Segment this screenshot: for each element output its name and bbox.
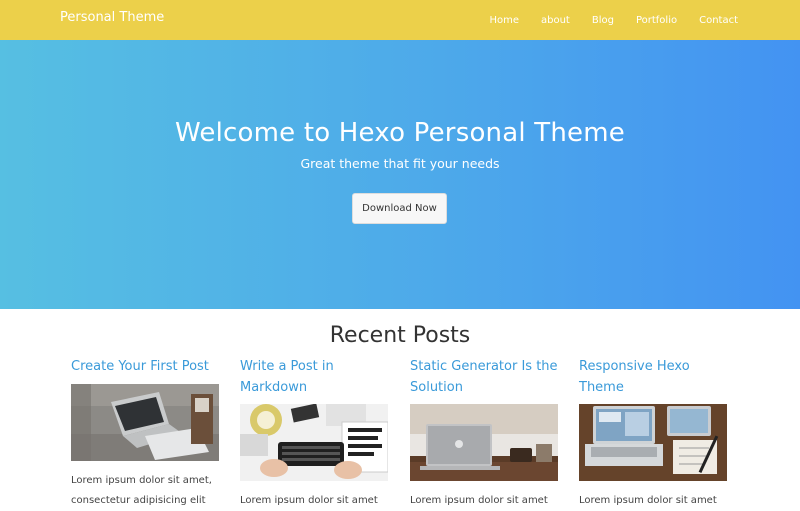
macbook-table-image[interactable]: [410, 404, 558, 481]
hero-banner: Welcome to Hexo Personal Theme Great the…: [0, 40, 800, 309]
recent-posts-heading: Recent Posts: [329, 323, 471, 348]
post-excerpt: Lorem ipsum dolor sit amet: [579, 495, 717, 506]
laptops-workspace-image[interactable]: [579, 404, 727, 481]
post-title-link[interactable]: Static Generator Is the Solution: [410, 357, 558, 398]
post-card: Write a Post in Markdown Lorem ipsum dol…: [240, 357, 388, 511]
post-title-link[interactable]: Write a Post in Markdown: [240, 357, 388, 398]
nav-contact-link[interactable]: Contact: [699, 15, 738, 26]
download-now-button[interactable]: Download Now: [352, 193, 447, 224]
post-excerpt: Lorem ipsum dolor sit amet: [240, 495, 378, 506]
hero-subtitle: Great theme that fit your needs: [300, 156, 500, 171]
nav-home-link[interactable]: Home: [489, 15, 519, 26]
post-card: Responsive Hexo Theme Lorem ipsum dolor …: [579, 357, 727, 511]
nav-about-link[interactable]: about: [541, 15, 570, 26]
post-card: Create Your First Post Lorem ipsum dolor…: [71, 357, 219, 511]
post-card: Static Generator Is the Solution Lorem i…: [410, 357, 558, 511]
laptop-on-desk-image[interactable]: [71, 383, 219, 461]
nav-blog-link[interactable]: Blog: [592, 15, 614, 26]
navbar: Personal Theme Home about Blog Portfolio…: [0, 0, 800, 40]
post-excerpt: Lorem ipsum dolor sit amet, consectetur …: [71, 474, 212, 506]
hero-title: Welcome to Hexo Personal Theme: [175, 118, 625, 148]
keyboard-desk-image[interactable]: [240, 404, 388, 481]
post-excerpt: Lorem ipsum dolor sit amet: [410, 495, 548, 506]
post-title-link[interactable]: Responsive Hexo Theme: [579, 357, 727, 398]
nav-menu: Home about Blog Portfolio Contact: [489, 0, 738, 40]
post-title-link[interactable]: Create Your First Post: [71, 357, 219, 378]
nav-portfolio-link[interactable]: Portfolio: [636, 15, 677, 26]
brand-link[interactable]: Personal Theme: [60, 10, 164, 25]
